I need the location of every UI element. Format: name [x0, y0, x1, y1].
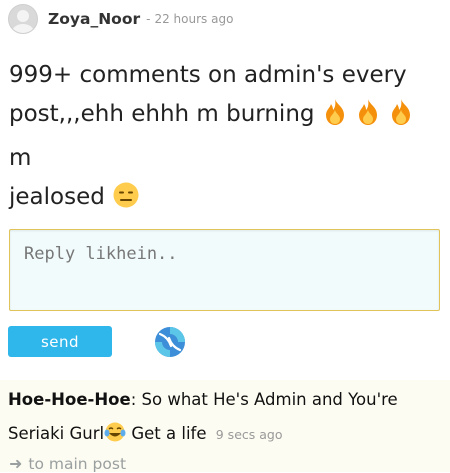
post-text-line-2: post,,,ehh ehhh m burning m — [9, 95, 439, 178]
post-text-line-1: 999+ comments on admin's every — [9, 62, 407, 88]
to-main-post-link[interactable]: ➜ to main post — [9, 454, 126, 473]
send-button[interactable]: send — [8, 326, 112, 357]
reply-timestamp: 9 secs ago — [215, 427, 283, 442]
reply-text-part-3: Get a life — [126, 424, 207, 443]
post-timestamp: 22 hours ago — [154, 12, 234, 26]
reply-author[interactable]: Hoe-Hoe-Hoe — [8, 390, 131, 409]
tears-of-joy-emoji-icon — [104, 421, 126, 447]
fire-emoji-icon — [322, 98, 348, 139]
fire-emoji-icon — [355, 98, 381, 139]
reply-item: Hoe-Hoe-Hoe: So what He's Admin and You'… — [0, 380, 450, 473]
avatar[interactable] — [8, 4, 38, 34]
post-author[interactable]: Zoya_Noor — [48, 10, 140, 28]
expressionless-face-emoji-icon — [112, 181, 140, 222]
fire-emoji-icon — [388, 98, 414, 139]
reply-line-2: Seriaki Gurl Get a life 9 secs ago — [8, 421, 282, 447]
reply-line-1: Hoe-Hoe-Hoe: So what He's Admin and You'… — [8, 390, 398, 409]
post-text-line-2-part-1: post,,,ehh ehhh m burning — [9, 101, 315, 127]
separator: - — [146, 12, 151, 26]
to-main-post-label: to main post — [28, 454, 127, 473]
arrow-right-icon: ➜ — [9, 454, 23, 473]
reply-box — [9, 229, 440, 311]
post-text-line-3: jealosed — [9, 178, 439, 222]
loading-spinner-icon — [154, 326, 186, 358]
post-text-line-3-text: jealosed — [9, 184, 105, 210]
post-text: 999+ comments on admin's every post,,,eh… — [9, 56, 439, 222]
post-header: Zoya_Noor - 22 hours ago — [8, 3, 233, 35]
post-text-line-2-part-2: m — [9, 145, 32, 171]
reply-text-part-2: Seriaki Gurl — [8, 424, 105, 443]
reply-text-part-1: : So what He's Admin and You're — [130, 390, 398, 409]
reply-input[interactable] — [10, 230, 439, 310]
